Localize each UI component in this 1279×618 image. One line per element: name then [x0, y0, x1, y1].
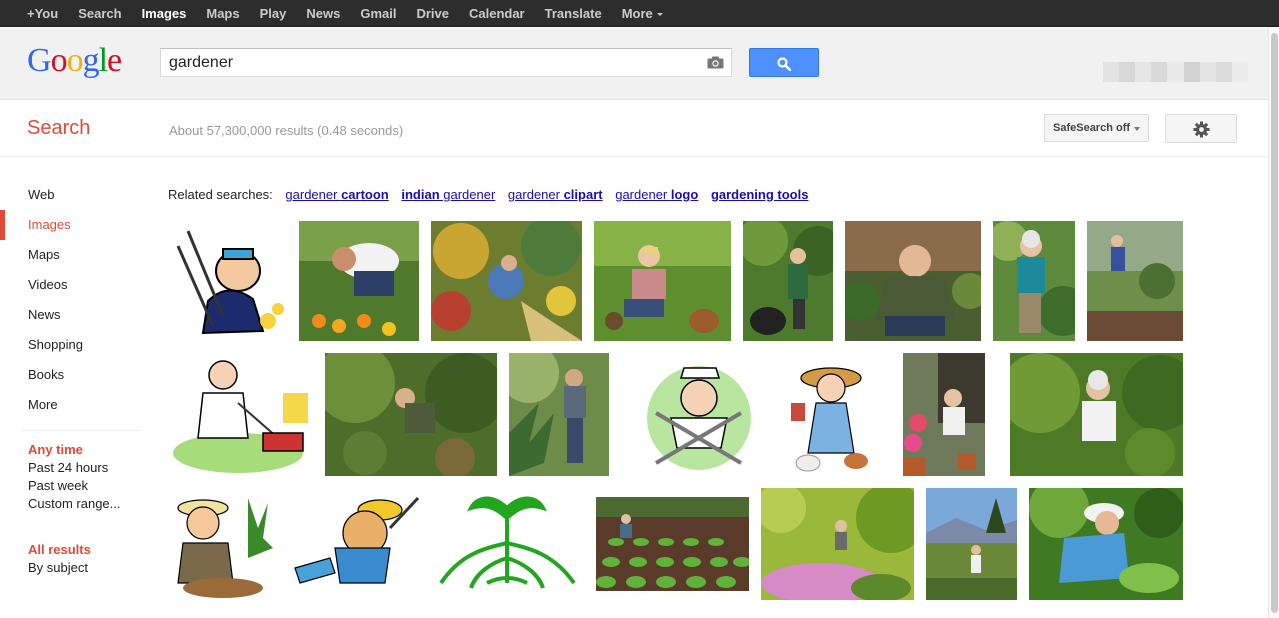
- sidebar-item-news[interactable]: News: [0, 300, 140, 330]
- image-result[interactable]: [325, 353, 497, 476]
- camera-icon[interactable]: [707, 56, 724, 69]
- image-result[interactable]: [1087, 221, 1183, 341]
- nav-images[interactable]: Images: [142, 0, 187, 27]
- image-result[interactable]: [621, 353, 774, 476]
- search-box: [160, 48, 732, 77]
- image-result[interactable]: [743, 221, 833, 341]
- image-result[interactable]: [993, 221, 1075, 341]
- related-link-bold: gardening tools: [710, 187, 809, 202]
- related-link-text: gardener: [507, 187, 564, 202]
- related-link-cartoon[interactable]: gardener cartoon: [285, 187, 388, 202]
- gear-icon: [1193, 121, 1210, 138]
- left-sidebar: Web Images Maps Videos News Shopping Boo…: [0, 180, 140, 577]
- logo-letter: g: [82, 42, 100, 79]
- search-label: Search: [27, 117, 91, 139]
- related-link-bold: cartoon: [341, 187, 389, 202]
- related-link-text: gardener: [439, 187, 496, 202]
- search-button[interactable]: [749, 48, 819, 77]
- related-link-bold: indian: [401, 187, 440, 202]
- time-filter-24h[interactable]: Past 24 hours: [0, 459, 140, 477]
- nav-more-label: More: [621, 6, 653, 21]
- settings-button[interactable]: [1165, 114, 1237, 143]
- sidebar-item-shopping[interactable]: Shopping: [0, 330, 140, 360]
- nav-translate[interactable]: Translate: [545, 0, 602, 27]
- sidebar-item-videos[interactable]: Videos: [0, 270, 140, 300]
- related-link-clipart[interactable]: gardener clipart: [508, 187, 603, 202]
- sidebar-item-more[interactable]: More: [0, 390, 140, 420]
- google-logo[interactable]: Google: [27, 42, 122, 80]
- scrollbar-thumb[interactable]: [1271, 33, 1278, 613]
- image-result[interactable]: [926, 488, 1017, 600]
- image-result[interactable]: [290, 488, 419, 600]
- logo-letter: G: [27, 42, 52, 79]
- logo-letter: o: [66, 42, 84, 79]
- related-link-bold: logo: [670, 187, 699, 202]
- results-bar: Search About 57,300,000 results (0.48 se…: [0, 101, 1279, 157]
- nav-calendar[interactable]: Calendar: [469, 0, 525, 27]
- image-result[interactable]: [761, 488, 914, 600]
- results-filter-subject[interactable]: By subject: [0, 559, 140, 577]
- caret-down-icon: [1134, 127, 1140, 131]
- image-result[interactable]: [431, 221, 582, 341]
- nav-search[interactable]: Search: [78, 0, 121, 27]
- sidebar-item-web[interactable]: Web: [0, 180, 140, 210]
- image-result[interactable]: [168, 221, 287, 341]
- nav-drive[interactable]: Drive: [416, 0, 449, 27]
- image-result[interactable]: [168, 488, 278, 600]
- sidebar-item-books[interactable]: Books: [0, 360, 140, 390]
- sidebar-divider: [22, 430, 140, 431]
- related-searches: Related searches: gardener cartoon india…: [168, 187, 808, 202]
- search-input[interactable]: [169, 49, 699, 76]
- time-filter-any[interactable]: Any time: [0, 441, 140, 459]
- top-nav-bar: +You Search Images Maps Play News Gmail …: [0, 0, 1279, 27]
- results-filter-all[interactable]: All results: [0, 541, 140, 559]
- nav-more[interactable]: More: [622, 0, 663, 27]
- safesearch-label: SafeSearch off: [1053, 122, 1131, 134]
- logo-letter: o: [50, 42, 68, 79]
- image-result[interactable]: [594, 221, 731, 341]
- related-link-tools[interactable]: gardening tools: [711, 187, 809, 202]
- related-link-text: gardener: [615, 187, 671, 202]
- image-result[interactable]: [596, 497, 749, 591]
- sidebar-item-maps[interactable]: Maps: [0, 240, 140, 270]
- related-link-indian[interactable]: indian gardener: [401, 187, 495, 202]
- image-result[interactable]: [786, 353, 878, 476]
- time-filter-custom[interactable]: Custom range...: [0, 495, 140, 513]
- header: Google: [0, 28, 1279, 100]
- top-nav: +You Search Images Maps Play News Gmail …: [27, 0, 683, 27]
- logo-letter: e: [107, 42, 122, 79]
- safesearch-button[interactable]: SafeSearch off: [1044, 114, 1149, 142]
- search-icon: [777, 57, 791, 71]
- nav-news[interactable]: News: [306, 0, 340, 27]
- nav-you[interactable]: +You: [27, 0, 58, 27]
- image-result[interactable]: [509, 353, 609, 476]
- image-result[interactable]: [845, 221, 981, 341]
- result-stats: About 57,300,000 results (0.48 seconds): [169, 123, 404, 138]
- account-blurred[interactable]: [1103, 62, 1248, 82]
- image-result[interactable]: [1010, 353, 1183, 476]
- image-result[interactable]: [168, 353, 311, 476]
- image-result[interactable]: [299, 221, 419, 341]
- nav-play[interactable]: Play: [260, 0, 287, 27]
- image-result[interactable]: [903, 353, 985, 476]
- related-label: Related searches:: [168, 187, 273, 202]
- vertical-scrollbar[interactable]: [1268, 27, 1279, 618]
- sidebar-item-images[interactable]: Images: [0, 210, 140, 240]
- logo-letter: l: [98, 42, 109, 79]
- nav-maps[interactable]: Maps: [206, 0, 239, 27]
- page: +You Search Images Maps Play News Gmail …: [0, 0, 1279, 618]
- related-link-logo[interactable]: gardener logo: [615, 187, 698, 202]
- image-result[interactable]: [431, 488, 584, 600]
- nav-gmail[interactable]: Gmail: [360, 0, 396, 27]
- caret-down-icon: [656, 13, 663, 17]
- time-filter-week[interactable]: Past week: [0, 477, 140, 495]
- related-link-text: gardener: [285, 187, 342, 202]
- related-link-bold: clipart: [563, 187, 603, 202]
- image-result[interactable]: [1029, 488, 1183, 600]
